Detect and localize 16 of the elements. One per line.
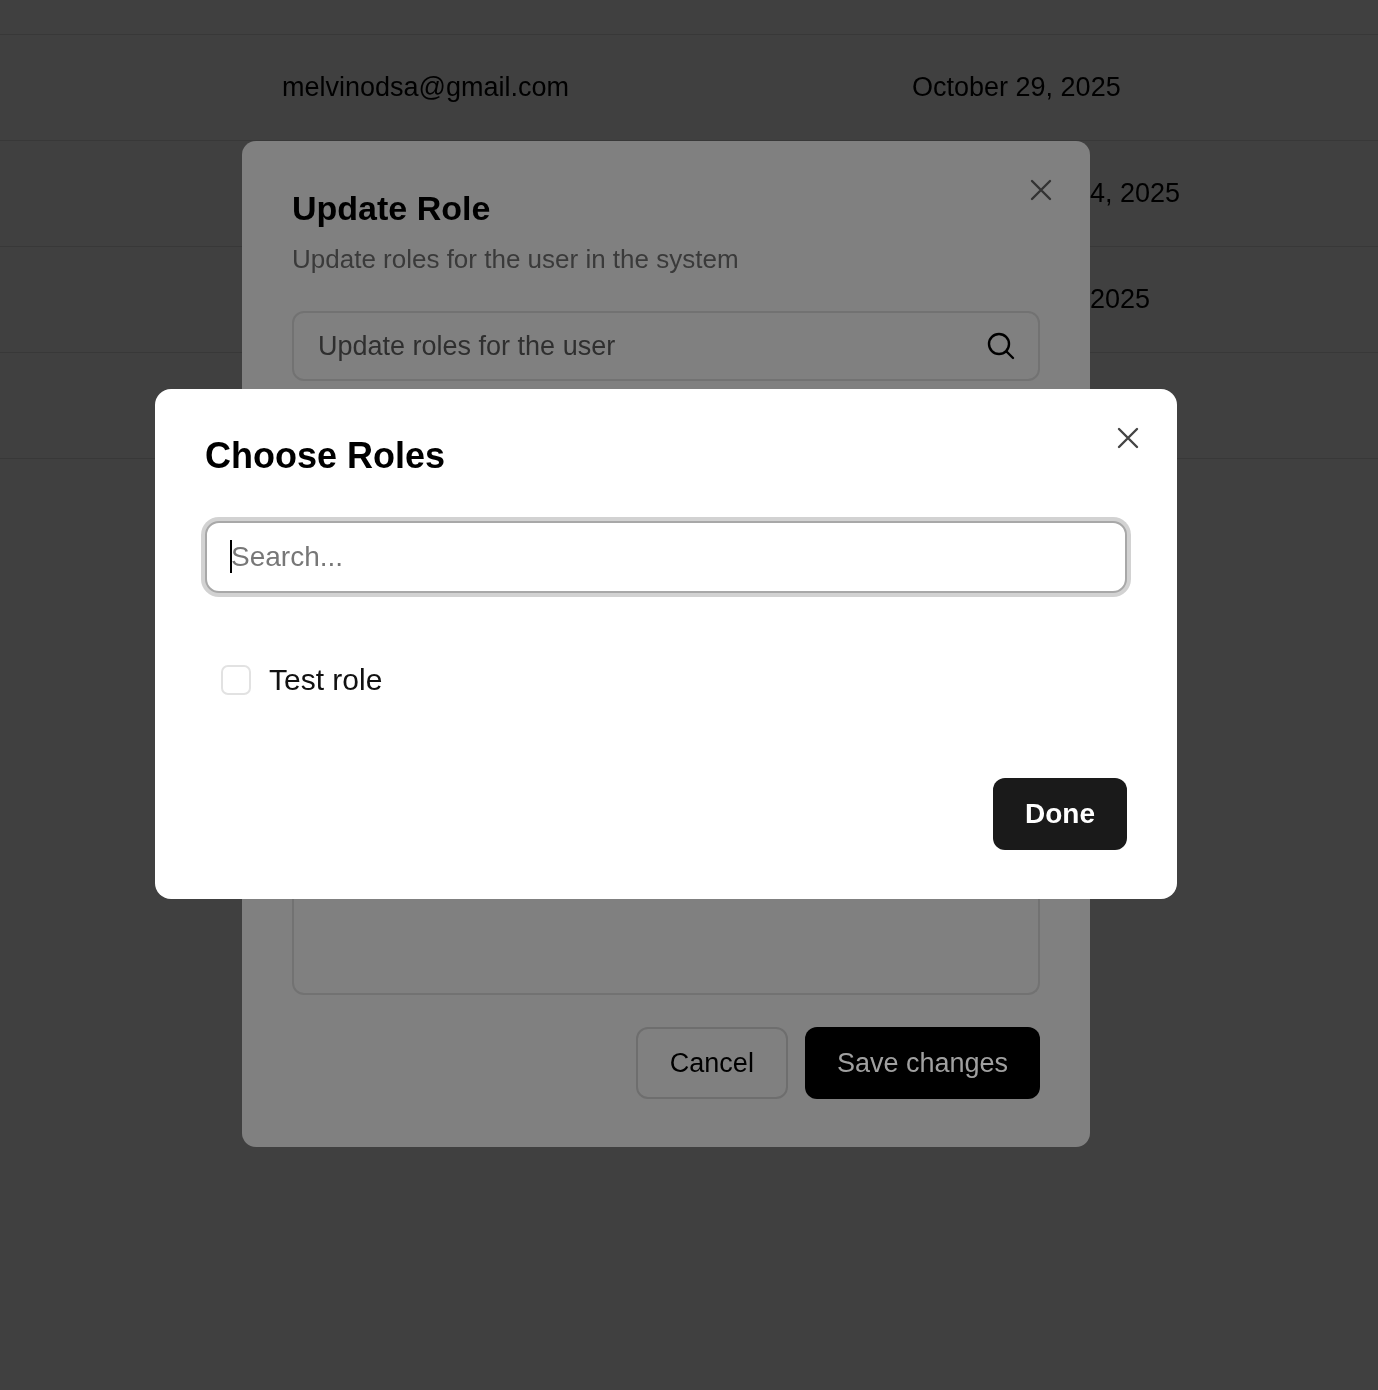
save-button[interactable]: Save changes	[804, 1027, 1040, 1099]
checkbox[interactable]	[221, 665, 251, 695]
dialog-title: Choose Roles	[205, 435, 447, 477]
table-cell: October 29, 2025	[912, 72, 1121, 103]
close-icon[interactable]	[1115, 425, 1141, 451]
table-cell: melvinodsa@gmail.com	[282, 72, 569, 103]
dialog-subtitle: Update roles for the user in the system	[292, 244, 740, 275]
role-label: Test role	[269, 663, 383, 697]
search-field[interactable]: Search...	[205, 521, 1127, 593]
table-cell: 4, 2025	[1090, 178, 1181, 209]
done-button[interactable]: Done	[993, 778, 1127, 850]
search-field[interactable]: Update roles for the user	[292, 311, 1040, 381]
search-icon	[986, 331, 1016, 361]
cancel-button[interactable]: Cancel	[635, 1027, 788, 1099]
dialog-title: Update Role	[292, 189, 492, 228]
table-cell: 2025	[1090, 284, 1151, 315]
